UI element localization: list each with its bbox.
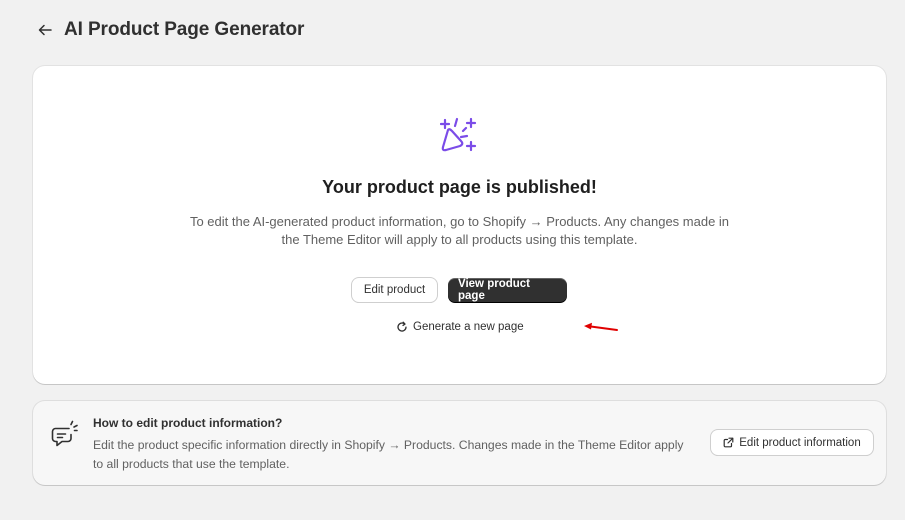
edit-product-information-label: Edit product information	[739, 436, 861, 449]
published-description: To edit the AI-generated product informa…	[189, 214, 730, 247]
generate-new-page-button[interactable]: Generate a new page	[396, 321, 524, 333]
published-card: Your product page is published! To edit …	[33, 66, 886, 384]
info-description: Edit the product specific information di…	[93, 438, 684, 471]
external-link-icon	[723, 437, 734, 448]
action-buttons: Edit product View product page	[352, 278, 567, 302]
edit-product-information-button[interactable]: Edit product information	[711, 430, 873, 455]
page-header: AI Product Page Generator	[36, 19, 304, 41]
back-button[interactable]	[36, 19, 54, 41]
page-title: AI Product Page Generator	[64, 19, 305, 40]
published-heading: Your product page is published!	[322, 177, 597, 197]
chat-bubble-icon	[51, 420, 78, 447]
annotation-arrow-icon	[584, 322, 618, 331]
info-title: How to edit product information?	[93, 416, 283, 430]
generate-new-page-label: Generate a new page	[413, 321, 524, 333]
refresh-icon	[397, 321, 407, 332]
magic-sparkle-icon	[440, 117, 477, 152]
info-card: How to edit product information? Edit th…	[33, 401, 886, 485]
view-product-page-button[interactable]: View product page	[448, 278, 567, 302]
arrow-left-icon	[38, 24, 52, 36]
edit-product-button[interactable]: Edit product	[352, 278, 437, 302]
